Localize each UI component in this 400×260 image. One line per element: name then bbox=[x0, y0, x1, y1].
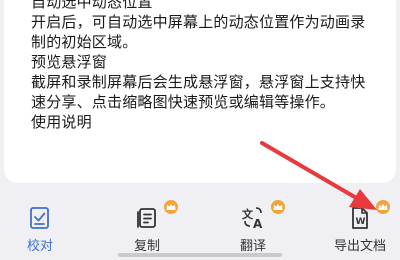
translate-icon: 文 A bbox=[242, 207, 263, 230]
svg-text:A: A bbox=[253, 217, 263, 230]
document-text-area: 自动选中动态位置 开启后，可自动选中屏幕上的动态位置作为动画录 制的初始区域。 … bbox=[4, 0, 396, 183]
home-indicator[interactable] bbox=[118, 253, 282, 257]
text-line: 制的初始区域。 bbox=[31, 33, 138, 51]
bottom-toolbar: 校对 复制 文 A 翻译 W 导出文档 bbox=[0, 186, 400, 260]
text-line: 使用说明 bbox=[31, 113, 92, 131]
proofread-icon bbox=[30, 207, 49, 229]
premium-crown-icon bbox=[376, 200, 390, 214]
proofread-button[interactable]: 校对 bbox=[0, 200, 80, 254]
text-line: 速分享、点击缩略图快速预览或编辑等操作。 bbox=[31, 93, 336, 111]
copy-icon bbox=[137, 208, 156, 228]
text-line: 自动选中动态位置 bbox=[31, 0, 153, 11]
text-line: 截屏和录制屏幕后会生成悬浮窗，悬浮窗上支持快 bbox=[31, 73, 366, 91]
proofread-label: 校对 bbox=[26, 239, 53, 254]
copy-label: 复制 bbox=[133, 239, 160, 254]
export-document-label: 导出文档 bbox=[333, 239, 386, 254]
text-line: 开启后，可自动选中屏幕上的动态位置作为动画录 bbox=[31, 13, 366, 31]
premium-crown-icon bbox=[164, 200, 178, 214]
svg-text:W: W bbox=[356, 217, 366, 227]
export-doc-icon: W bbox=[352, 207, 368, 229]
document-text: 自动选中动态位置 开启后，可自动选中屏幕上的动态位置作为动画录 制的初始区域。 … bbox=[31, 0, 380, 132]
premium-crown-icon bbox=[271, 200, 285, 214]
text-line: 预览悬浮窗 bbox=[31, 53, 108, 71]
translate-label: 翻译 bbox=[239, 239, 266, 254]
